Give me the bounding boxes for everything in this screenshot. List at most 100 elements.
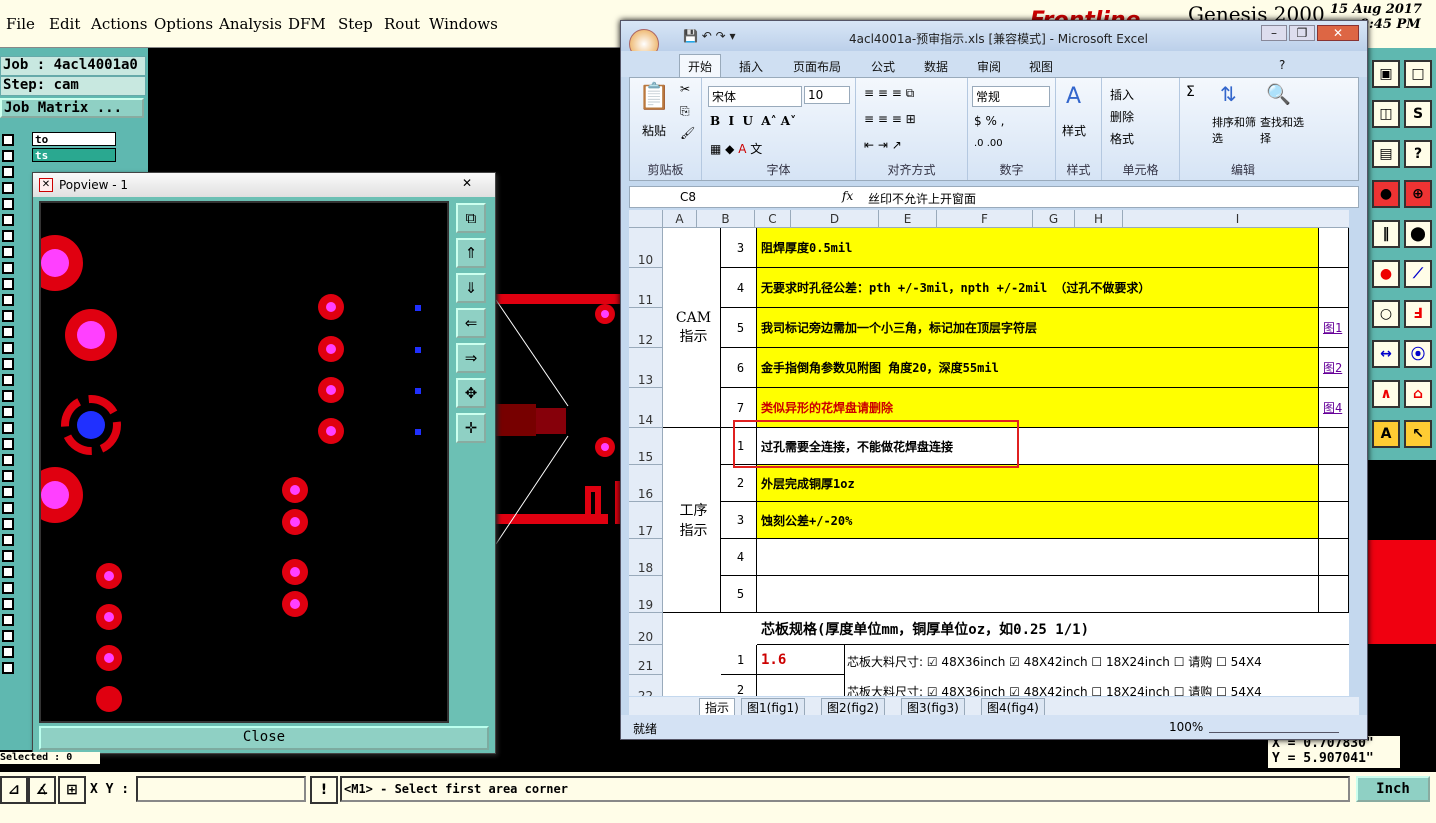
layer-checkbox[interactable] <box>2 326 14 338</box>
tool-s-icon[interactable]: S <box>1404 100 1432 128</box>
row-header[interactable]: 22 <box>629 675 663 696</box>
tool-ruler-icon[interactable]: ‖ <box>1372 220 1400 248</box>
column-header[interactable]: E <box>879 210 937 228</box>
row-header[interactable]: 21 <box>629 645 663 675</box>
layer-checkbox[interactable] <box>2 278 14 290</box>
figure-link[interactable] <box>1319 539 1349 576</box>
layer-checkbox[interactable] <box>2 662 14 674</box>
column-header[interactable]: C <box>755 210 791 228</box>
pv-up-icon[interactable]: ⇑ <box>456 238 486 268</box>
layer-checkbox[interactable] <box>2 598 14 610</box>
help-icon[interactable]: ? <box>1279 58 1285 72</box>
column-header[interactable]: G <box>1033 210 1075 228</box>
layer-checkbox[interactable] <box>2 438 14 450</box>
row-header[interactable]: 14 <box>629 388 663 428</box>
warning-icon[interactable]: ! <box>310 776 338 804</box>
row-header[interactable]: 11 <box>629 268 663 308</box>
paste-icon[interactable]: 📋 <box>638 82 670 112</box>
worksheet-grid[interactable]: A B C D E F G H I 10 3 阻焊厚度0.5mil 11 4 无要求时孔径公差：pth +/… <box>629 210 1349 696</box>
select-all[interactable] <box>629 210 663 228</box>
cell-number[interactable]: 2 <box>721 675 757 696</box>
figure-link[interactable]: 图4 <box>1319 388 1349 428</box>
find-select-button[interactable]: 查找和选择 <box>1260 114 1304 146</box>
layer-checkbox[interactable] <box>2 518 14 530</box>
angle-icon[interactable]: ∡ <box>28 776 56 804</box>
cell-number[interactable]: 4 <box>721 539 757 576</box>
layer-checkbox[interactable] <box>2 390 14 402</box>
popview-close-button[interactable]: Close <box>39 726 489 750</box>
tool-dot-icon[interactable]: ● <box>1372 260 1400 288</box>
cell-number[interactable]: 5 <box>721 576 757 613</box>
layer-checkbox[interactable] <box>2 406 14 418</box>
core-size-options[interactable]: 芯板大料尺寸: ☑ 48X36inch ☑ 48X42inch ☐ 18X24i… <box>847 683 1262 696</box>
cell-number[interactable]: 2 <box>721 465 757 502</box>
tool-red1-icon[interactable]: ● <box>1372 180 1400 208</box>
style-icon[interactable]: A <box>1066 84 1081 109</box>
number-format-select[interactable]: 常规 <box>972 86 1050 107</box>
layer-checkbox[interactable] <box>2 422 14 434</box>
find-icon[interactable]: 🔍 <box>1266 82 1291 106</box>
cell-number[interactable]: 5 <box>721 308 757 348</box>
delete-button[interactable]: 删除 <box>1110 108 1134 125</box>
pv-fit-icon[interactable]: ✥ <box>456 378 486 408</box>
pv-left-icon[interactable]: ⇐ <box>456 308 486 338</box>
layer-checkbox[interactable] <box>2 310 14 322</box>
copy-icon[interactable]: ⎘ <box>680 104 690 119</box>
tool-o-icon[interactable]: ○ <box>1372 300 1400 328</box>
menu-rout[interactable]: Rout <box>384 15 420 33</box>
row-header[interactable]: 16 <box>629 465 663 502</box>
layer-checkbox[interactable] <box>2 182 14 194</box>
layer-checkbox[interactable] <box>2 454 14 466</box>
insert-button[interactable]: 插入 <box>1110 86 1134 103</box>
tool-ff-icon[interactable]: Ⅎ <box>1404 300 1432 328</box>
cell-number[interactable]: 3 <box>721 228 757 268</box>
layer-checkbox[interactable] <box>2 486 14 498</box>
minimize-icon[interactable]: – <box>1261 25 1287 41</box>
tool-arrow-icon[interactable]: ↔ <box>1372 340 1400 368</box>
tool-pad-icon[interactable]: ⬤ <box>1404 220 1432 248</box>
tool-line-icon[interactable]: ⟋ <box>1404 260 1432 288</box>
menu-options[interactable]: Options <box>154 15 213 33</box>
tool-zoom-icon[interactable]: ▣ <box>1372 60 1400 88</box>
formula-input[interactable]: 丝印不允许上开窗面 <box>868 190 976 207</box>
instruction-cell[interactable]: 蚀刻公差+/-20% <box>757 502 1319 539</box>
layer-checkbox[interactable] <box>2 550 14 562</box>
close-icon[interactable]: ✕ <box>451 176 483 192</box>
font-name-select[interactable]: 宋体 <box>708 86 802 107</box>
align-icons-row1[interactable]: ≡ ≡ ≡ ⧉ <box>864 86 914 101</box>
sort-filter-icon[interactable]: ⇅ <box>1220 82 1237 106</box>
column-header[interactable]: H <box>1075 210 1123 228</box>
tab-home[interactable]: 开始 <box>679 54 722 78</box>
tool-a-icon[interactable]: A <box>1372 420 1400 448</box>
layer-checkbox[interactable] <box>2 358 14 370</box>
column-header[interactable]: A <box>663 210 697 228</box>
figure-link[interactable]: 图2 <box>1319 348 1349 388</box>
layer-checkbox[interactable] <box>2 374 14 386</box>
layer-checkbox[interactable] <box>2 646 14 658</box>
tab-page-layout[interactable]: 页面布局 <box>793 58 841 75</box>
pv-right-icon[interactable]: ⇒ <box>456 343 486 373</box>
tool-frame-icon[interactable]: ◫ <box>1372 100 1400 128</box>
instruction-cell[interactable]: 金手指倒角参数见附图 角度20，深度55mil <box>757 348 1319 388</box>
grid-icon[interactable]: ⊞ <box>58 776 86 804</box>
instruction-cell[interactable]: 阻焊厚度0.5mil <box>757 228 1319 268</box>
group-cam[interactable]: CAM 指示 <box>663 228 721 428</box>
instruction-cell[interactable]: 我司标记旁边需加一个小三角，标记加在顶层字符层 <box>757 308 1319 348</box>
number-format-icons[interactable]: $ % , <box>974 114 1004 128</box>
paste-button[interactable]: 粘贴 <box>642 122 666 139</box>
menu-dfm[interactable]: DFM <box>288 15 326 33</box>
layer-checkbox[interactable] <box>2 342 14 354</box>
core-size-options[interactable]: 芯板大料尺寸: ☑ 48X36inch ☑ 48X42inch ☐ 18X24i… <box>847 653 1262 670</box>
layer-checkbox[interactable] <box>2 470 14 482</box>
instruction-cell[interactable] <box>757 539 1319 576</box>
popview-titlebar[interactable]: ✕ Popview - 1 ✕ <box>33 173 495 197</box>
format-button[interactable]: 格式 <box>1110 130 1134 147</box>
menu-windows[interactable]: Windows <box>429 15 498 33</box>
row-header[interactable]: 13 <box>629 348 663 388</box>
row-header[interactable]: 17 <box>629 502 663 539</box>
layer-checkbox[interactable] <box>2 214 14 226</box>
figure-link[interactable] <box>1319 502 1349 539</box>
tab-insert[interactable]: 插入 <box>739 58 763 75</box>
instruction-cell[interactable]: 无要求时孔径公差：pth +/-3mil，npth +/-2mil （过孔不做要… <box>757 268 1319 308</box>
layer-checkbox[interactable] <box>2 294 14 306</box>
